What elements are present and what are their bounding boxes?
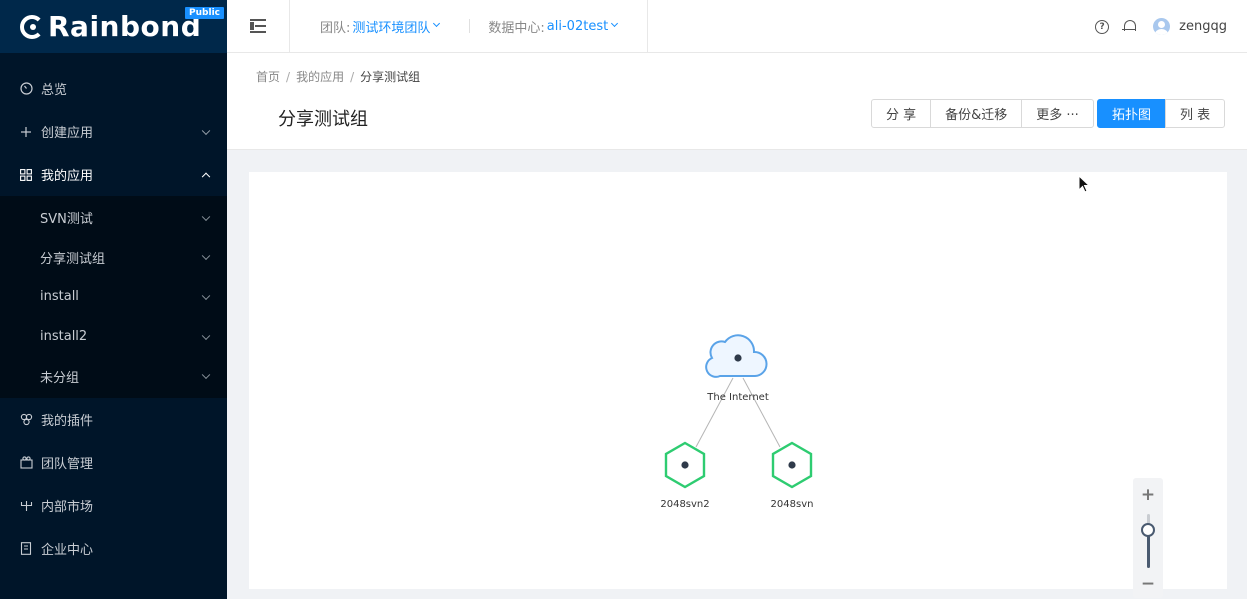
username[interactable]: zengqg (1179, 19, 1227, 34)
header-divider (647, 0, 649, 53)
sidebar-item-label: 内部市场 (41, 499, 94, 515)
mouse-cursor-icon (1078, 175, 1090, 193)
sidebar-item-label: 我的插件 (41, 413, 94, 429)
sidebar-item-enterprise-center[interactable]: 企业中心 (0, 527, 227, 570)
plus-icon (19, 125, 33, 139)
brand-logo[interactable]: Rainbond Public (0, 0, 227, 53)
list-view-button[interactable]: 列 表 (1165, 99, 1226, 128)
share-button[interactable]: 分 享 (871, 99, 932, 128)
topology-edge (695, 377, 734, 448)
node-label-internet: The Internet (706, 392, 769, 403)
node-label-2048svn: 2048svn (771, 499, 814, 510)
view-toggle-group: 拓扑图 列 表 (1097, 99, 1226, 128)
chevron-up-icon (201, 172, 211, 181)
chevron-down-icon (201, 126, 211, 135)
action-button-group: 分 享 备份&迁移 更多 ··· (871, 99, 1094, 128)
breadcrumb-home[interactable]: 首页 (256, 70, 280, 84)
brand-name: Rainbond (48, 10, 202, 43)
node-dot (734, 354, 742, 362)
avatar[interactable] (1153, 18, 1171, 35)
collapse-sidebar-button[interactable] (227, 0, 290, 53)
bell-icon[interactable] (1122, 20, 1137, 33)
sidebar-item-label: 团队管理 (41, 456, 94, 472)
sidebar-subitem-install[interactable]: install (0, 277, 227, 317)
dashboard-icon (19, 82, 33, 96)
team-selector[interactable]: 团队: 测试环境团队 (290, 0, 469, 53)
apps-grid-icon (19, 168, 33, 182)
datacenter-selector[interactable]: 数据中心: ali-02test (470, 0, 647, 53)
top-header: 团队: 测试环境团队 数据中心: ali-02test ? zengqg (227, 0, 1247, 53)
node-2048svn2[interactable]: 2048svn2 (660, 441, 710, 510)
sidebar-subitem-share-test-group[interactable]: 分享测试组 (0, 238, 227, 278)
chevron-down-icon (611, 19, 619, 27)
team-label: 团队: (320, 20, 351, 36)
sidebar-subitem-label: install2 (40, 329, 88, 345)
breadcrumb-my-apps[interactable]: 我的应用 (296, 70, 344, 84)
datacenter-value: ali-02test (546, 18, 609, 34)
sidebar-item-overview[interactable]: 总览 (0, 67, 227, 110)
chevron-down-icon (433, 19, 441, 27)
topology-canvas[interactable]: The Internet 2048svn2 2048svn + − (249, 172, 1227, 598)
node-dot (788, 461, 796, 469)
chevron-down-icon (201, 291, 211, 301)
enterprise-icon (19, 541, 33, 555)
chevron-down-icon (201, 212, 211, 221)
topology-view-button[interactable]: 拓扑图 (1097, 99, 1167, 128)
zoom-in-button[interactable]: + (1133, 485, 1163, 505)
sidebar-item-label: 我的应用 (41, 169, 94, 184)
sidebar-item-my-apps[interactable]: 我的应用 (0, 153, 227, 196)
sidebar-item-internal-market[interactable]: 内部市场 (0, 484, 227, 527)
menu-fold-icon (250, 19, 266, 33)
topology-graph: The Internet 2048svn2 2048svn (660, 334, 814, 510)
breadcrumb-current: 分享测试组 (360, 70, 421, 84)
team-icon (19, 455, 33, 469)
market-icon (19, 498, 33, 512)
chevron-down-icon (201, 331, 211, 340)
more-button[interactable]: 更多 ··· (1021, 99, 1094, 128)
sidebar: Rainbond Public 总览 创建应用 我的应用 SVN测试 分享测试组… (0, 0, 227, 599)
my-apps-submenu: SVN测试 分享测试组 install install2 未分组 (0, 196, 227, 398)
chevron-down-icon (201, 370, 211, 380)
sidebar-subitem-ungrouped[interactable]: 未分组 (0, 356, 227, 396)
node-2048svn[interactable]: 2048svn (771, 441, 814, 510)
node-dot (681, 461, 689, 469)
sidebar-item-label: 企业中心 (41, 542, 94, 558)
sidebar-item-label: 创建应用 (41, 126, 94, 141)
backup-migrate-button[interactable]: 备份&迁移 (930, 99, 1023, 128)
sidebar-subitem-label: install (40, 289, 79, 305)
help-icon[interactable]: ? (1095, 19, 1110, 34)
sidebar-item-team-management[interactable]: 团队管理 (0, 441, 227, 484)
sidebar-subitem-label: 未分组 (40, 370, 80, 386)
header-user-area: ? zengqg (1095, 0, 1227, 53)
topology-edge (742, 377, 781, 448)
team-value: 测试环境团队 (352, 20, 431, 36)
zoom-slider-handle[interactable] (1141, 523, 1155, 537)
datacenter-label: 数据中心: (488, 20, 545, 36)
node-the-internet[interactable]: The Internet (705, 334, 769, 403)
sidebar-item-label: 总览 (41, 83, 68, 98)
plugin-icon (19, 412, 33, 426)
rainbond-logo-icon (20, 14, 44, 39)
page-title: 分享测试组 (278, 109, 368, 130)
sidebar-subitem-label: SVN测试 (40, 212, 93, 228)
breadcrumb: 首页 / 我的应用 / 分享测试组 (256, 70, 421, 84)
sidebar-item-create-app[interactable]: 创建应用 (0, 110, 227, 153)
zoom-control: + − (1133, 478, 1163, 598)
chevron-down-icon (201, 251, 211, 261)
sidebar-subitem-install2[interactable]: install2 (0, 317, 227, 357)
sidebar-subitem-label: 分享测试组 (40, 251, 106, 267)
public-badge: Public (185, 7, 224, 19)
node-label-2048svn2: 2048svn2 (660, 499, 709, 510)
zoom-out-button[interactable]: − (1133, 574, 1163, 594)
sidebar-item-my-plugins[interactable]: 我的插件 (0, 398, 227, 441)
sidebar-subitem-svn-test[interactable]: SVN测试 (0, 198, 227, 238)
page-header: 首页 / 我的应用 / 分享测试组 分享测试组 分 享 备份&迁移 更多 ··· 拓扑图… (227, 53, 1247, 150)
